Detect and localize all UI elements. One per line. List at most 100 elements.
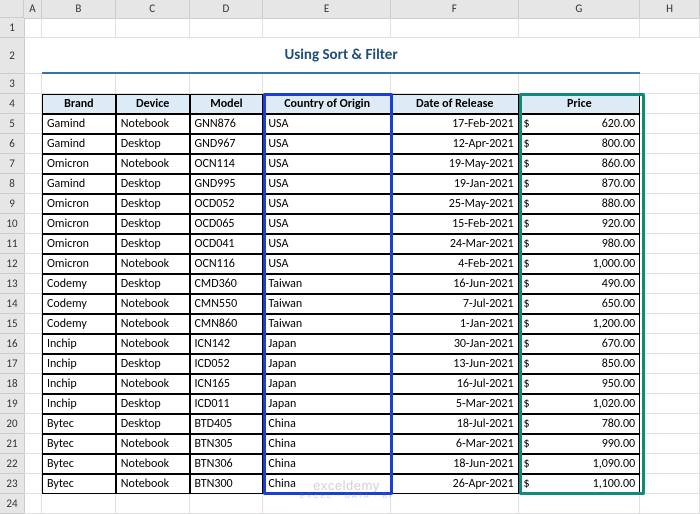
cell[interactable]	[640, 494, 700, 514]
cell[interactable]	[391, 18, 519, 38]
cell-device[interactable]: Desktop	[116, 274, 190, 294]
cell-model[interactable]: OCD065	[190, 214, 264, 234]
cell[interactable]	[190, 74, 264, 94]
cell[interactable]	[24, 154, 42, 174]
cell-device[interactable]: Notebook	[116, 454, 190, 474]
cell-country[interactable]: USA	[263, 134, 391, 154]
cell-brand[interactable]: Codemy	[42, 314, 116, 334]
cell[interactable]	[391, 494, 519, 514]
cell-device[interactable]: Notebook	[116, 334, 190, 354]
cell[interactable]	[391, 74, 519, 94]
row-header[interactable]: 6	[0, 134, 24, 154]
cell-model[interactable]: CMN860	[190, 314, 264, 334]
cell[interactable]	[640, 434, 700, 454]
cell[interactable]	[640, 374, 700, 394]
cell-price[interactable]: $670.00	[519, 334, 641, 354]
cell-country[interactable]: China	[263, 434, 391, 454]
cell[interactable]	[24, 374, 42, 394]
row-header[interactable]: 22	[0, 454, 24, 474]
cell-date[interactable]: 18-Jul-2021	[391, 414, 519, 434]
cell[interactable]	[116, 494, 190, 514]
row-header[interactable]: 4	[0, 94, 24, 114]
cell[interactable]	[24, 274, 42, 294]
cell-device[interactable]: Desktop	[116, 394, 190, 414]
col-header-c[interactable]: C	[116, 0, 190, 18]
col-header-b[interactable]: B	[42, 0, 116, 18]
cell[interactable]	[24, 254, 42, 274]
cell[interactable]	[640, 74, 700, 94]
row-header[interactable]: 16	[0, 334, 24, 354]
cell-model[interactable]: CMD360	[190, 274, 264, 294]
cell[interactable]	[640, 354, 700, 374]
cell[interactable]	[24, 18, 42, 38]
cell-device[interactable]: Notebook	[116, 114, 190, 134]
cell-device[interactable]: Desktop	[116, 414, 190, 434]
cell-device[interactable]: Notebook	[116, 154, 190, 174]
row-header[interactable]: 17	[0, 354, 24, 374]
cell-brand[interactable]: Inchip	[42, 374, 116, 394]
cell-model[interactable]: GND995	[190, 174, 264, 194]
cell[interactable]	[640, 94, 700, 114]
cell-price[interactable]: $780.00	[519, 414, 641, 434]
row-header[interactable]: 9	[0, 194, 24, 214]
cell-model[interactable]: BTD405	[190, 414, 264, 434]
col-header-h[interactable]: H	[640, 0, 700, 18]
cell-price[interactable]: $920.00	[519, 214, 641, 234]
cell[interactable]	[24, 354, 42, 374]
cell[interactable]	[519, 494, 641, 514]
cell[interactable]	[640, 214, 700, 234]
cell-country[interactable]: Japan	[263, 374, 391, 394]
cell-device[interactable]: Notebook	[116, 254, 190, 274]
cell-date[interactable]: 1-Jan-2021	[391, 314, 519, 334]
cell-country[interactable]: USA	[263, 194, 391, 214]
cell-model[interactable]: GND967	[190, 134, 264, 154]
cell-model[interactable]: BTN305	[190, 434, 264, 454]
row-header[interactable]: 3	[0, 74, 24, 94]
cell-price[interactable]: $1,100.00	[519, 474, 641, 494]
cell-price[interactable]: $1,000.00	[519, 254, 641, 274]
cell[interactable]	[640, 254, 700, 274]
header-model[interactable]: Model	[190, 94, 264, 114]
cell[interactable]	[640, 38, 700, 74]
cell-country[interactable]: China	[263, 454, 391, 474]
cell-device[interactable]: Notebook	[116, 374, 190, 394]
cell-brand[interactable]: Inchip	[42, 354, 116, 374]
cell-device[interactable]: Desktop	[116, 214, 190, 234]
row-header[interactable]: 11	[0, 234, 24, 254]
cell-country[interactable]: Japan	[263, 394, 391, 414]
col-header-e[interactable]: E	[263, 0, 391, 18]
cell[interactable]	[519, 18, 641, 38]
cell[interactable]	[263, 18, 391, 38]
cell-device[interactable]: Desktop	[116, 354, 190, 374]
cell-brand[interactable]: Omicron	[42, 194, 116, 214]
row-header[interactable]: 7	[0, 154, 24, 174]
cell-brand[interactable]: Inchip	[42, 334, 116, 354]
cell-date[interactable]: 6-Mar-2021	[391, 434, 519, 454]
col-header-d[interactable]: D	[190, 0, 264, 18]
cell-date[interactable]: 24-Mar-2021	[391, 234, 519, 254]
cell-model[interactable]: OCD041	[190, 234, 264, 254]
cell-date[interactable]: 13-Jun-2021	[391, 354, 519, 374]
cell-date[interactable]: 5-Mar-2021	[391, 394, 519, 414]
cell-country[interactable]: Japan	[263, 334, 391, 354]
cell-model[interactable]: ICD052	[190, 354, 264, 374]
col-header-a[interactable]: A	[24, 0, 42, 18]
cell[interactable]	[24, 94, 42, 114]
header-device[interactable]: Device	[116, 94, 190, 114]
cell-country[interactable]: USA	[263, 154, 391, 174]
header-price[interactable]: Price	[519, 94, 641, 114]
cell[interactable]	[263, 74, 391, 94]
row-header[interactable]: 2	[0, 38, 24, 74]
cell-model[interactable]: CMN550	[190, 294, 264, 314]
cell-price[interactable]: $850.00	[519, 354, 641, 374]
cell-brand[interactable]: Inchip	[42, 394, 116, 414]
cell-brand[interactable]: Bytec	[42, 474, 116, 494]
cell[interactable]	[42, 74, 116, 94]
cell-device[interactable]: Desktop	[116, 194, 190, 214]
cell[interactable]	[640, 154, 700, 174]
cell-date[interactable]: 18-Jun-2021	[391, 454, 519, 474]
cell-brand[interactable]: Omicron	[42, 154, 116, 174]
cell[interactable]	[24, 134, 42, 154]
cell[interactable]	[24, 474, 42, 494]
col-header-g[interactable]: G	[519, 0, 641, 18]
